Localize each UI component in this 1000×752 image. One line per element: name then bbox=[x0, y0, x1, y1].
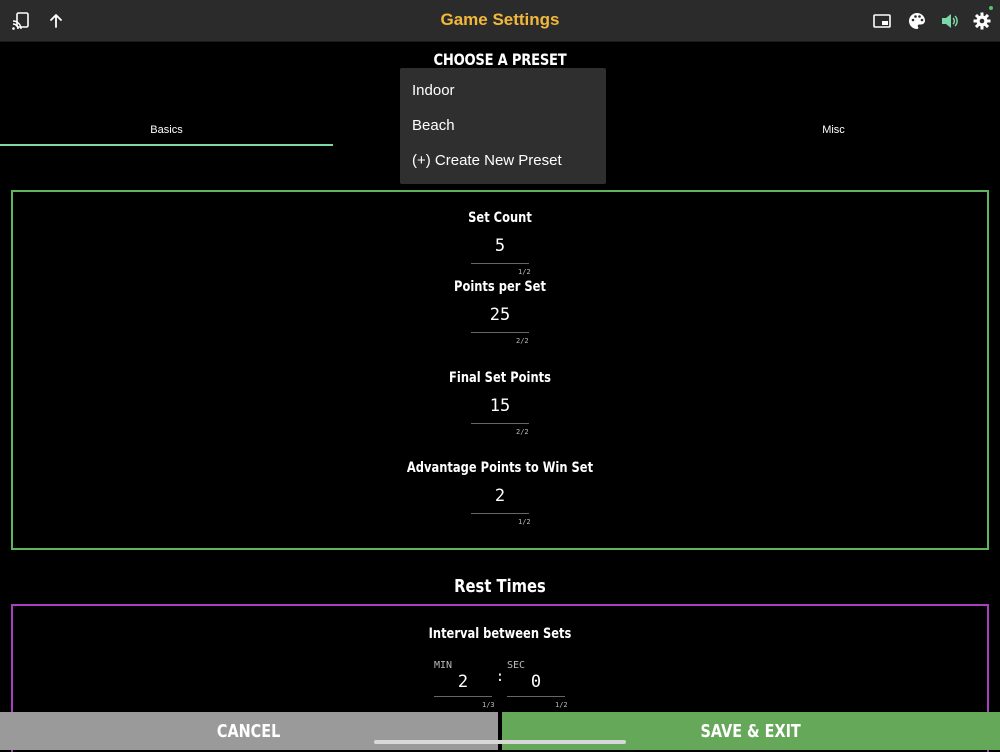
interval-seconds-value[interactable]: 0 bbox=[507, 672, 565, 692]
advantage-points-label: Advantage Points to Win Set bbox=[406, 460, 594, 476]
minutes-underline bbox=[434, 696, 492, 697]
points-per-set-underline bbox=[471, 332, 529, 333]
final-set-points-counter: 2/2 bbox=[516, 428, 529, 436]
tab-basics-underline bbox=[0, 144, 333, 146]
basics-panel: Set Count 5 1/2 Points per Set 25 2/2 Fi… bbox=[11, 190, 989, 550]
rest-times-title: Rest Times bbox=[454, 576, 546, 597]
final-set-points-underline bbox=[471, 423, 529, 424]
advantage-points-underline bbox=[471, 513, 529, 514]
set-count-counter: 1/2 bbox=[518, 268, 531, 276]
preset-option-beach[interactable]: Beach bbox=[412, 117, 455, 134]
min-caption: MIN bbox=[434, 660, 453, 671]
advantage-points-value[interactable]: 2 bbox=[13, 486, 987, 506]
save-exit-label: SAVE & EXIT bbox=[700, 720, 802, 742]
cancel-label: CANCEL bbox=[217, 720, 281, 742]
picture-in-picture-icon[interactable] bbox=[870, 9, 894, 33]
set-count-underline bbox=[471, 263, 529, 264]
preset-dropdown: Indoor Beach (+) Create New Preset bbox=[400, 68, 606, 184]
gear-icon[interactable] bbox=[970, 9, 994, 33]
set-count-label: Set Count bbox=[468, 210, 532, 226]
top-bar: Game Settings bbox=[0, 0, 1000, 42]
save-exit-button[interactable]: SAVE & EXIT bbox=[502, 712, 1000, 750]
minutes-counter: 1/3 bbox=[482, 701, 495, 709]
sec-caption: SEC bbox=[507, 660, 526, 671]
points-per-set-counter: 2/2 bbox=[516, 337, 529, 345]
seconds-counter: 1/2 bbox=[555, 701, 568, 709]
points-per-set-value[interactable]: 25 bbox=[13, 305, 987, 325]
palette-icon[interactable] bbox=[905, 9, 929, 33]
cancel-button[interactable]: CANCEL bbox=[0, 712, 498, 750]
points-per-set-label: Points per Set bbox=[454, 279, 546, 295]
interval-minutes-value[interactable]: 2 bbox=[434, 672, 492, 692]
seconds-underline bbox=[507, 696, 565, 697]
preset-title: CHOOSE A PRESET bbox=[433, 50, 567, 69]
tab-misc[interactable]: Misc bbox=[667, 124, 1000, 136]
preset-option-create-new[interactable]: (+) Create New Preset bbox=[412, 152, 562, 169]
preset-option-indoor[interactable]: Indoor bbox=[412, 82, 455, 99]
status-dot bbox=[989, 6, 993, 10]
set-count-value[interactable]: 5 bbox=[13, 236, 987, 256]
final-set-points-value[interactable]: 15 bbox=[13, 396, 987, 416]
home-indicator[interactable] bbox=[374, 740, 626, 744]
interval-label: Interval between Sets bbox=[428, 626, 572, 642]
tab-basics[interactable]: Basics bbox=[0, 124, 333, 136]
advantage-points-counter: 1/2 bbox=[518, 518, 531, 526]
page-title: Game Settings bbox=[440, 10, 560, 29]
speaker-icon[interactable] bbox=[938, 9, 962, 33]
final-set-points-label: Final Set Points bbox=[449, 370, 551, 386]
